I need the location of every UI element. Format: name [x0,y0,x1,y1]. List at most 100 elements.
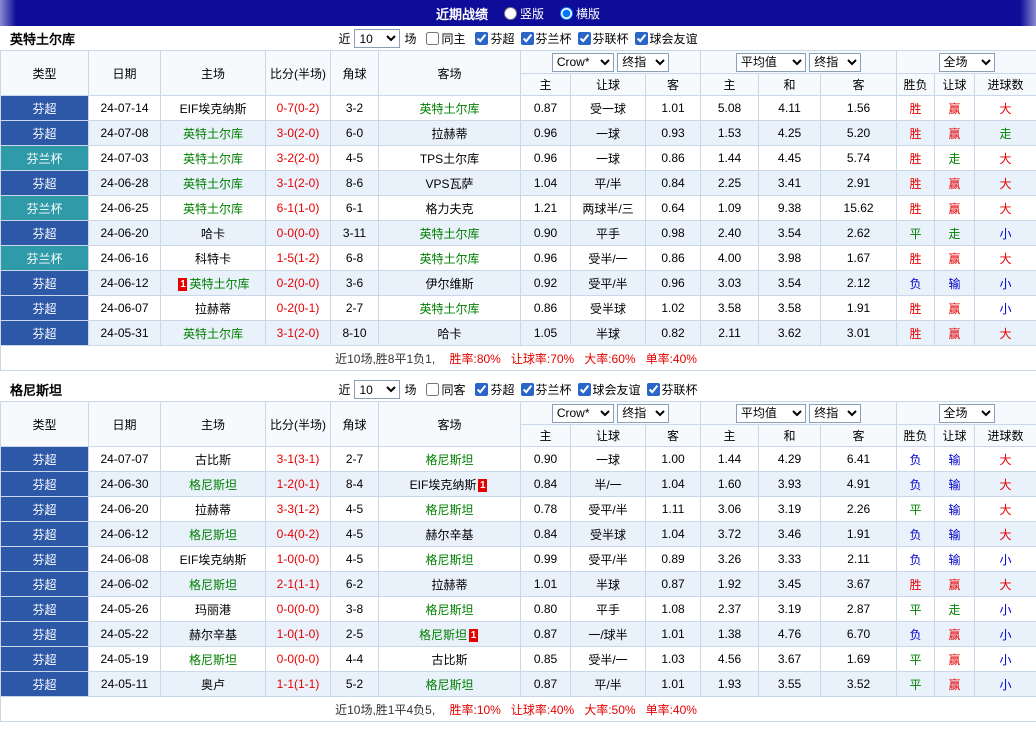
away-team-link[interactable]: 古比斯 [431,653,467,667]
league-checkbox[interactable] [577,382,591,396]
average-select[interactable]: 平均值 [735,403,806,423]
match-score-link[interactable]: 2-1(1-1) [265,571,331,597]
bookmaker-select[interactable]: Crow* [551,403,614,423]
match-score-link[interactable]: 0-0(0-0) [265,646,331,672]
home-team-link[interactable]: 英特土尔库 [189,277,249,291]
match-score-link[interactable]: 1-0(1-0) [265,621,331,647]
games-count-select[interactable]: 10 [354,380,401,399]
league-checkbox[interactable] [634,31,648,45]
layout-option-horizontal[interactable]: 横版 [560,5,600,22]
home-team-link[interactable]: 格尼斯坦 [189,653,237,667]
home-team-link[interactable]: 格尼斯坦 [189,528,237,542]
league-checkbox[interactable] [646,382,660,396]
handicap-odds-away: 0.84 [644,170,702,196]
match-score-link[interactable]: 3-0(2-0) [265,120,331,146]
away-team-link[interactable]: 格尼斯坦 [425,453,473,467]
league-checkbox[interactable] [475,31,489,45]
away-team-link[interactable]: EIF埃克纳斯 [410,478,477,492]
match-score-link[interactable]: 0-4(0-2) [265,521,331,547]
final-index-select[interactable]: 终指 [617,403,670,423]
league-filter[interactable]: 芬联杯 [572,30,629,47]
league-checkbox[interactable] [520,31,534,45]
final-index-select-2[interactable]: 终指 [809,403,862,423]
match-score-link[interactable]: 1-5(1-2) [265,245,331,271]
away-team-link[interactable]: 格尼斯坦 [425,678,473,692]
away-team-link[interactable]: 格尼斯坦 [425,603,473,617]
same-venue-filter[interactable]: 同客 [420,381,465,398]
home-team-link[interactable]: 哈卡 [201,227,225,241]
away-team-link[interactable]: 格尼斯坦 [425,503,473,517]
final-index-select[interactable]: 终指 [617,52,670,72]
away-team-link[interactable]: 格力夫克 [425,202,473,216]
home-team-link[interactable]: 英特土尔库 [183,152,243,166]
league-filter[interactable]: 芬超 [469,30,515,47]
same-venue-checkbox[interactable] [426,383,440,396]
match-score-link[interactable]: 3-1(2-0) [265,170,331,196]
away-team-link[interactable]: TPS土尔库 [420,152,479,166]
away-team-link[interactable]: 格尼斯坦 [425,553,473,567]
league-filter[interactable]: 球会友谊 [572,381,641,398]
handicap-odds-home: 0.96 [520,120,571,146]
games-count-select[interactable]: 10 [354,29,401,48]
home-team-link[interactable]: EIF埃克纳斯 [180,102,247,116]
full-match-select[interactable]: 全场 [938,52,995,72]
home-team-link[interactable]: 英特土尔库 [183,127,243,141]
league-checkbox[interactable] [475,382,489,396]
radio-horizontal[interactable] [560,6,573,20]
home-team-link[interactable]: 英特土尔库 [183,327,243,341]
league-checkbox[interactable] [577,31,591,45]
away-team-link[interactable]: 拉赫蒂 [431,578,467,592]
same-venue-checkbox[interactable] [426,32,440,45]
league-filter[interactable]: 芬兰杯 [515,381,572,398]
away-team-link[interactable]: 赫尔辛基 [425,528,473,542]
match-score-link[interactable]: 3-1(3-1) [265,446,331,472]
radio-vertical[interactable] [503,6,517,20]
home-team-link[interactable]: 英特土尔库 [183,202,243,216]
match-score-link[interactable]: 6-1(1-0) [265,195,331,221]
avg-odds-home: 2.25 [700,170,760,196]
match-score-link[interactable]: 0-2(0-0) [265,270,331,296]
away-team-link[interactable]: 伊尔维斯 [425,277,473,291]
match-score-link[interactable]: 1-0(0-0) [265,546,331,572]
league-label: 球会友谊 [592,382,641,397]
away-team-link[interactable]: 英特土尔库 [419,102,479,116]
match-score-link[interactable]: 3-3(1-2) [265,496,331,522]
away-team-link[interactable]: 格尼斯坦 [419,628,467,642]
home-team-link[interactable]: 英特土尔库 [183,177,243,191]
home-team-link[interactable]: 格尼斯坦 [189,578,237,592]
league-filter[interactable]: 芬兰杯 [515,30,572,47]
home-team-link[interactable]: 奥卢 [201,678,225,692]
league-filter[interactable]: 芬超 [469,381,515,398]
home-team-link[interactable]: 玛丽港 [195,603,231,617]
match-score-link[interactable]: 3-2(2-0) [265,145,331,171]
home-team-link[interactable]: EIF埃克纳斯 [180,553,247,567]
away-team-link[interactable]: VPS瓦萨 [425,177,473,191]
home-team-link[interactable]: 拉赫蒂 [195,503,231,517]
away-team-link[interactable]: 英特土尔库 [419,227,479,241]
home-team-link[interactable]: 赫尔辛基 [189,628,237,642]
final-index-select-2[interactable]: 终指 [809,52,862,72]
bookmaker-select[interactable]: Crow* [551,52,614,72]
away-team-link[interactable]: 拉赫蒂 [431,127,467,141]
match-score-link[interactable]: 1-1(1-1) [265,671,331,697]
same-venue-filter[interactable]: 同主 [420,30,465,47]
league-checkbox[interactable] [520,382,534,396]
home-team-link[interactable]: 格尼斯坦 [189,478,237,492]
home-team-link[interactable]: 科特卡 [195,252,231,266]
match-score-link[interactable]: 0-2(0-1) [265,295,331,321]
match-score-link[interactable]: 0-0(0-0) [265,596,331,622]
match-score-link[interactable]: 3-1(2-0) [265,320,331,346]
home-team-link[interactable]: 古比斯 [195,453,231,467]
match-score-link[interactable]: 1-2(0-1) [265,471,331,497]
away-team-link[interactable]: 哈卡 [437,327,461,341]
match-score-link[interactable]: 0-7(0-2) [265,95,331,121]
average-select[interactable]: 平均值 [735,52,806,72]
league-filter[interactable]: 芬联杯 [641,381,698,398]
home-team-link[interactable]: 拉赫蒂 [195,302,231,316]
away-team-link[interactable]: 英特土尔库 [419,252,479,266]
full-match-select[interactable]: 全场 [938,403,995,423]
match-score-link[interactable]: 0-0(0-0) [265,220,331,246]
away-team-link[interactable]: 英特土尔库 [419,302,479,316]
league-filter[interactable]: 球会友谊 [629,30,698,47]
layout-option-vertical[interactable]: 竖版 [503,5,544,22]
